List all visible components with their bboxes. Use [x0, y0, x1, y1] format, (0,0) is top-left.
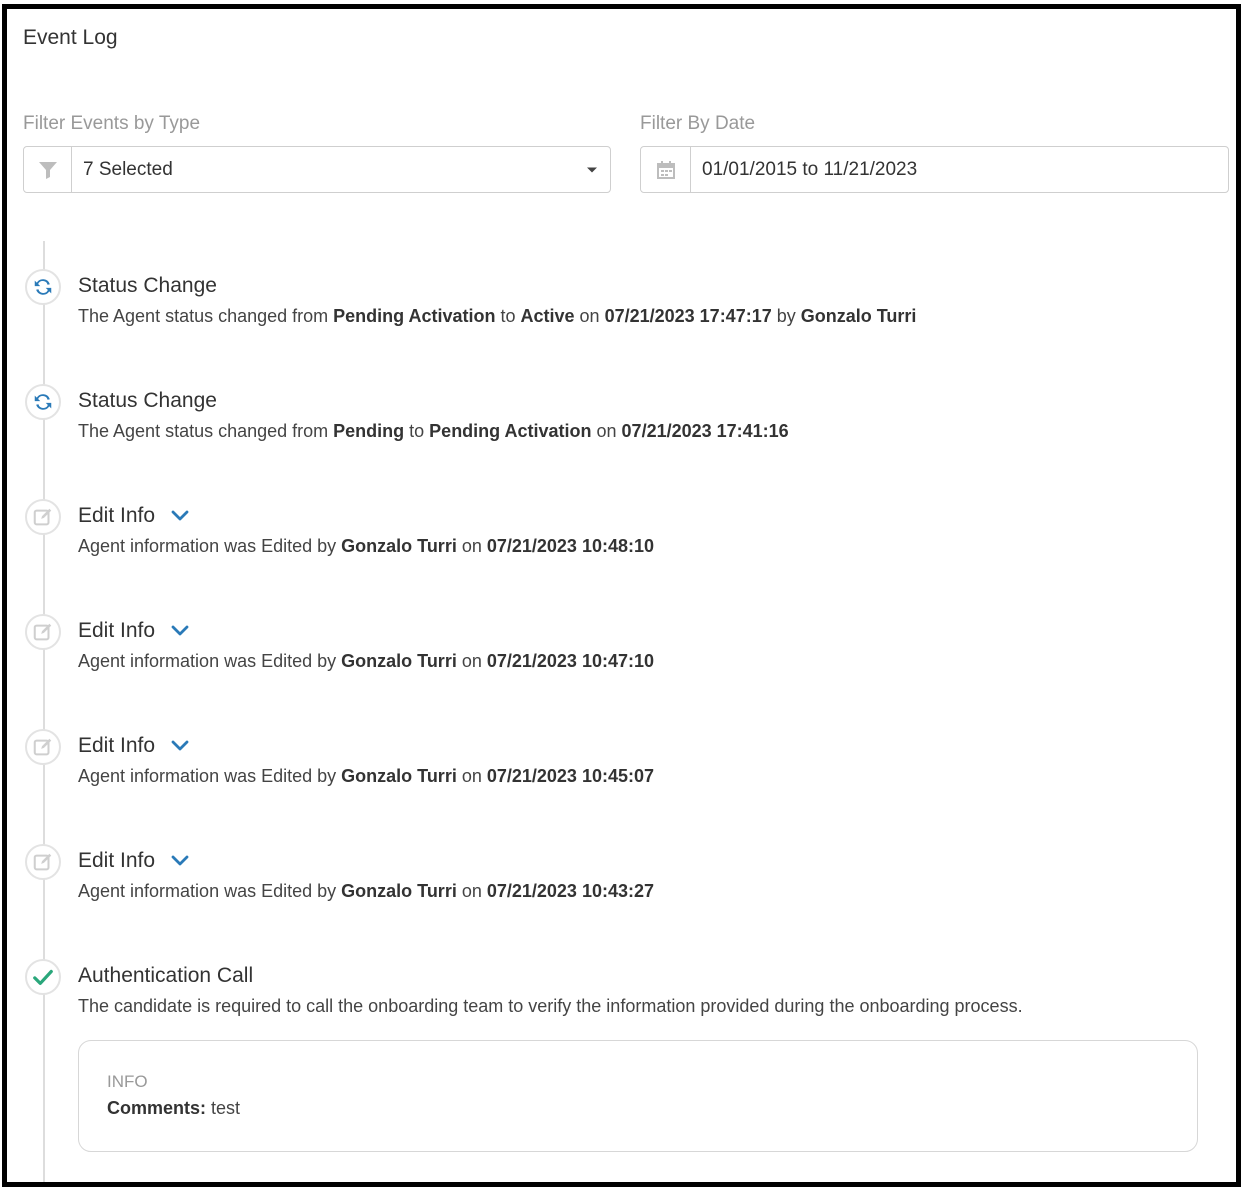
date-filter-value: 01/01/2015 to 11/21/2023 — [702, 158, 918, 180]
event-emphasis: Gonzalo Turri — [341, 536, 457, 556]
event-emphasis: Gonzalo Turri — [341, 766, 457, 786]
event-text: on — [456, 881, 487, 901]
comment-label: Comments: — [107, 1098, 207, 1118]
event-description: Agent information was Edited by Gonzalo … — [78, 536, 654, 557]
event-text: on — [456, 651, 487, 671]
date-filter-input[interactable]: 01/01/2015 to 11/21/2023 — [640, 146, 1229, 193]
type-filter-dropdown[interactable]: 7 Selected — [23, 146, 611, 193]
check-icon — [25, 959, 61, 995]
edit-icon — [25, 729, 61, 765]
event-emphasis: 07/21/2023 10:45:07 — [486, 766, 655, 786]
event-title-text: Authentication Call — [78, 964, 254, 987]
event-text: on — [574, 306, 605, 326]
event-text: The candidate is required to call the on… — [78, 996, 1023, 1016]
event-title-text: Edit Info — [78, 619, 156, 642]
event-log-panel: Event Log Filter Events by Type 7 Select… — [2, 4, 1241, 1187]
edit-icon — [25, 614, 61, 650]
event-text: to — [404, 421, 430, 441]
type-filter-value: 7 Selected — [83, 158, 173, 180]
event-description: Agent information was Edited by Gonzalo … — [78, 881, 654, 902]
event-title[interactable]: Edit Info — [78, 734, 189, 758]
caret-down-icon — [574, 147, 610, 192]
event-emphasis: Gonzalo Turri — [341, 651, 457, 671]
event-title[interactable]: Edit Info — [78, 849, 189, 873]
event-title-text: Edit Info — [78, 504, 156, 527]
event-emphasis: 07/21/2023 10:48:10 — [486, 536, 655, 556]
event-text: by — [771, 306, 801, 326]
timeline-line — [43, 241, 45, 1182]
date-filter-label: Filter By Date — [640, 113, 756, 134]
event-title-text: Edit Info — [78, 734, 156, 757]
event-text: Agent information was Edited by — [78, 766, 342, 786]
event-emphasis: Active — [520, 306, 575, 326]
event-text: on — [591, 421, 622, 441]
info-comment: Comments: test — [107, 1098, 240, 1119]
event-title: Authentication Call — [78, 964, 253, 988]
event-text: Agent information was Edited by — [78, 536, 342, 556]
event-description: Agent information was Edited by Gonzalo … — [78, 766, 654, 787]
refresh-icon — [25, 269, 61, 305]
edit-icon — [25, 499, 61, 535]
page-title: Event Log — [23, 26, 118, 49]
info-heading: INFO — [107, 1072, 148, 1091]
comment-value: test — [206, 1098, 241, 1118]
event-title[interactable]: Edit Info — [78, 619, 189, 643]
event-title: Status Change — [78, 389, 217, 413]
event-emphasis: 07/21/2023 10:47:10 — [486, 651, 655, 671]
event-emphasis: 07/21/2023 17:47:17 — [604, 306, 772, 326]
event-title-text: Edit Info — [78, 849, 156, 872]
calendar-icon — [641, 147, 691, 192]
event-emphasis: Gonzalo Turri — [341, 881, 457, 901]
event-description: The Agent status changed from Pending Ac… — [78, 306, 916, 327]
event-emphasis: 07/21/2023 17:41:16 — [621, 421, 789, 441]
refresh-icon — [25, 384, 61, 420]
event-title-text: Status Change — [78, 389, 217, 412]
event-text: The Agent status changed from — [78, 421, 334, 441]
event-title-text: Status Change — [78, 274, 217, 297]
event-text: on — [456, 536, 487, 556]
event-description: Agent information was Edited by Gonzalo … — [78, 651, 654, 672]
chevron-down-icon[interactable] — [171, 855, 189, 867]
event-title[interactable]: Edit Info — [78, 504, 189, 528]
event-text: Agent information was Edited by — [78, 651, 342, 671]
type-filter-label: Filter Events by Type — [23, 113, 201, 134]
event-text: The Agent status changed from — [78, 306, 334, 326]
event-text: Agent information was Edited by — [78, 881, 342, 901]
event-emphasis: Pending Activation — [333, 306, 496, 326]
event-emphasis: Gonzalo Turri — [800, 306, 917, 326]
event-description: The candidate is required to call the on… — [78, 996, 1023, 1017]
event-title: Status Change — [78, 274, 217, 298]
event-emphasis: 07/21/2023 10:43:27 — [486, 881, 655, 901]
event-emphasis: Pending — [333, 421, 405, 441]
info-box: INFO Comments: test — [78, 1040, 1198, 1152]
event-text: on — [456, 766, 487, 786]
event-text: to — [495, 306, 521, 326]
event-description: The Agent status changed from Pending to… — [78, 421, 789, 442]
chevron-down-icon[interactable] — [171, 625, 189, 637]
filter-icon — [24, 147, 72, 192]
edit-icon — [25, 844, 61, 880]
event-emphasis: Pending Activation — [429, 421, 592, 441]
chevron-down-icon[interactable] — [171, 740, 189, 752]
chevron-down-icon[interactable] — [171, 510, 189, 522]
